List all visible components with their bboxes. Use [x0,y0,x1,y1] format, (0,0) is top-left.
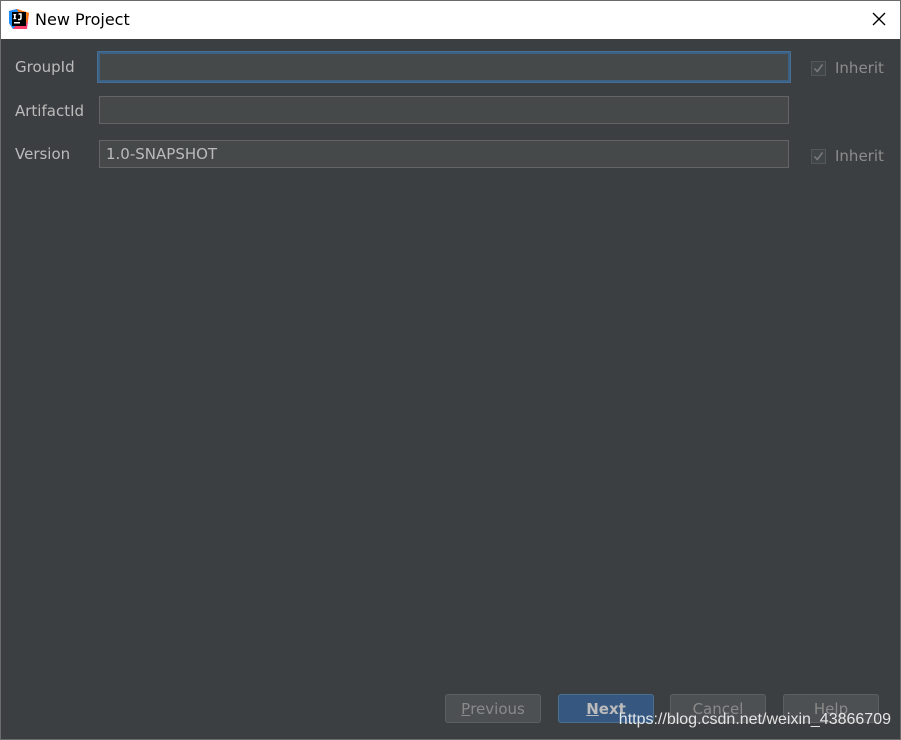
next-label: ext [598,699,626,718]
previous-label: revious [470,699,525,718]
artifact-id-input[interactable] [99,96,789,124]
next-mnemonic: N [586,699,599,718]
checkmark-icon [813,151,824,161]
version-inherit-checkbox[interactable]: Inherit [811,147,884,165]
new-project-dialog: New Project GroupId Inherit ArtifactId V… [0,0,901,740]
group-id-label: GroupId [15,58,75,76]
help-label: Help [813,699,849,718]
close-button[interactable] [862,5,896,35]
intellij-idea-icon [9,9,29,29]
group-id-inherit-checkbox[interactable]: Inherit [811,59,884,77]
dialog-content: GroupId Inherit ArtifactId Version Inher… [1,39,900,739]
window-title: New Project [35,10,130,29]
checkbox-box [811,148,826,164]
previous-mnemonic: P [461,699,471,718]
version-input[interactable] [99,140,789,168]
checkbox-box [811,60,826,76]
previous-button[interactable]: Previous [445,694,541,723]
close-icon [872,11,886,30]
checkmark-icon [813,63,824,73]
cancel-label: Cancel [692,699,744,718]
next-button[interactable]: Next [558,694,654,723]
title-bar: New Project [1,1,900,39]
cancel-button[interactable]: Cancel [670,694,766,723]
inherit-label: Inherit [835,147,884,165]
inherit-label: Inherit [835,59,884,77]
help-button[interactable]: Help [783,694,879,723]
group-id-input[interactable] [98,52,790,82]
version-label: Version [15,145,71,163]
artifact-id-label: ArtifactId [15,102,85,120]
